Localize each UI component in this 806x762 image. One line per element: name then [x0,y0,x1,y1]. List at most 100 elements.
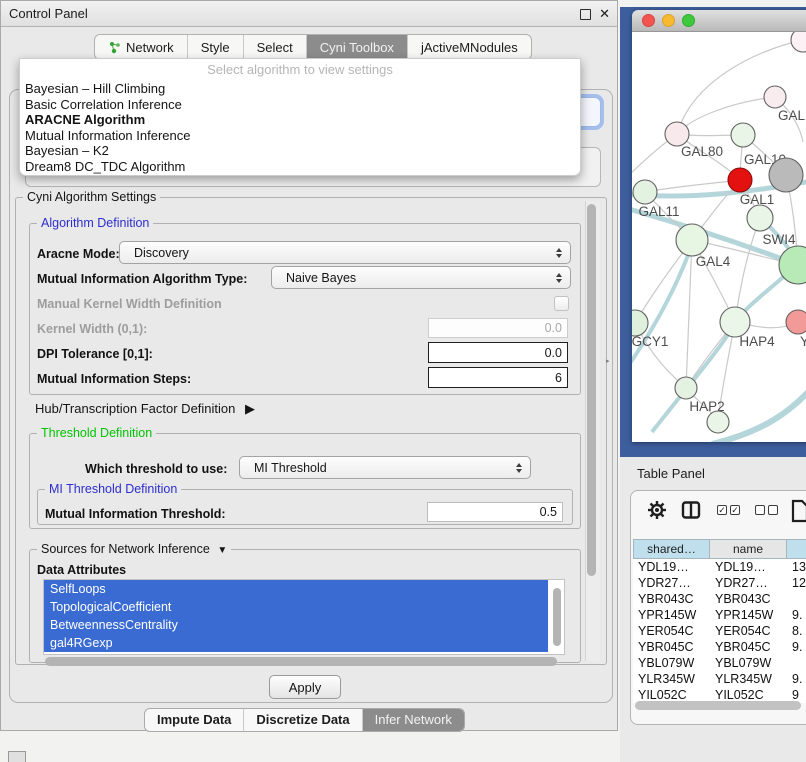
table-row[interactable]: YDL19…YDL19…13 [633,559,806,575]
table-row[interactable]: YBL079WYBL079W [633,655,806,671]
table-row[interactable]: YDR27…YDR27…12 [633,575,806,591]
kernel-width-field[interactable]: 0.0 [428,318,568,338]
table-cell[interactable]: 8. [787,623,806,639]
checked-checkbox-icon[interactable]: ✓ [717,505,727,515]
network-node-gal10[interactable] [731,123,755,147]
network-node-hap4[interactable] [720,307,750,337]
network-window[interactable]: GALGAL80GAL10GAL1GAL11GAL4SWI4GCY1HAP4YH… [632,10,806,442]
table-cell[interactable]: YLR345W [633,671,710,687]
attribute-table[interactable]: shared… name YDL19…YDL19…13YDR27…YDR27…1… [633,539,806,703]
popup-item[interactable]: Basic Correlation Inference [20,97,580,113]
table-cell[interactable]: YBR045C [710,639,787,655]
network-node-gal1[interactable] [728,168,752,192]
network-node[interactable] [707,411,729,433]
unchecked-checkbox-icon[interactable] [768,505,778,515]
table-row[interactable]: YPR145WYPR145W9. [633,607,806,623]
table-cell[interactable]: YPR145W [633,607,710,623]
network-window-titlebar[interactable] [632,10,806,32]
tab-jactivemnodules[interactable]: jActiveMNodules [407,35,531,59]
network-node-y[interactable] [786,310,806,334]
table-cell[interactable]: 9. [787,671,806,687]
unchecked-checkbox-icon[interactable] [755,505,765,515]
gear-icon[interactable] [647,500,667,520]
tab-infer-network[interactable]: Infer Network [362,709,464,731]
network-node-hap2[interactable] [675,377,697,399]
network-node[interactable] [769,158,803,192]
table-cell[interactable]: 12 [787,575,806,591]
popup-item[interactable]: Bayesian – Hill Climbing [20,81,580,97]
panel-collapse-arrow[interactable]: ▸ [606,357,610,365]
table-cell[interactable]: YLR345W [710,671,787,687]
list-scrollbar-thumb[interactable] [553,588,561,646]
tab-select[interactable]: Select [243,35,306,59]
table-cell[interactable]: 13 [787,559,806,575]
column-browser-icon[interactable] [681,500,701,520]
table-cell[interactable]: YBR043C [710,591,787,607]
column-header[interactable]: shared… [633,539,710,559]
mi-threshold-field[interactable]: 0.5 [427,502,563,522]
popup-item-selected[interactable]: ARACNE Algorithm [20,112,580,128]
table-cell[interactable]: YER054C [633,623,710,639]
network-node[interactable] [747,205,773,231]
network-node[interactable] [791,32,806,52]
hub-definition-toggle[interactable]: Hub/Transcription Factor Definition ▶ [35,401,255,417]
mi-steps-field[interactable]: 6 [428,367,568,388]
list-item[interactable]: BetweennessCentrality [44,616,548,634]
network-canvas-wrap[interactable]: GALGAL80GAL10GAL1GAL11GAL4SWI4GCY1HAP4YH… [632,32,806,442]
table-hscrollbar-thumb[interactable] [635,701,801,710]
table-cell[interactable]: YBL079W [633,655,710,671]
sources-group-title[interactable]: Sources for Network Inference ▼ [37,542,231,556]
network-node-gal11[interactable] [633,180,657,204]
table-row[interactable]: YLR345WYLR345W9. [633,671,806,687]
table-cell[interactable]: YER054C [710,623,787,639]
network-node-gcy1[interactable] [632,310,648,336]
tab-style[interactable]: Style [187,35,243,59]
control-panel-titlebar[interactable]: Control Panel ✕ [1,1,617,27]
checked-checkbox-icon[interactable]: ✓ [730,505,740,515]
manual-kernel-checkbox[interactable] [554,296,569,311]
network-node-gal[interactable] [764,86,786,108]
tab-network[interactable]: Network [95,35,187,59]
settings-scrollbar-thumb[interactable] [587,204,596,576]
popup-item[interactable]: Dream8 DC_TDC Algorithm [20,159,580,175]
table-row[interactable]: YER054CYER054C8. [633,623,806,639]
data-attributes-list[interactable]: SelfLoops TopologicalCoefficient Between… [43,579,565,655]
which-threshold-combo[interactable]: MI Threshold [239,456,531,479]
column-header[interactable] [787,539,806,559]
table-cell[interactable]: YBR043C [633,591,710,607]
popup-item[interactable]: Bayesian – K2 [20,143,580,159]
table-row[interactable]: YBR043CYBR043C [633,591,806,607]
close-icon[interactable]: ✕ [599,1,610,26]
network-canvas[interactable]: GALGAL80GAL10GAL1GAL11GAL4SWI4GCY1HAP4YH… [632,32,806,442]
dpi-tolerance-field[interactable]: 0.0 [428,342,568,363]
list-item[interactable]: gal4RGexp [44,634,548,652]
list-item[interactable]: SelfLoops [44,580,548,598]
mac-minimize-icon[interactable] [662,14,675,27]
table-cell[interactable] [787,591,806,607]
table-cell[interactable] [787,655,806,671]
table-cell[interactable]: YBL079W [710,655,787,671]
float-window-icon[interactable] [580,9,591,20]
tab-impute-data[interactable]: Impute Data [145,709,243,731]
table-cell[interactable]: YDL19… [710,559,787,575]
aracne-mode-combo[interactable]: Discovery [119,241,571,264]
bottom-left-button[interactable] [8,751,26,762]
popup-item[interactable]: Mutual Information Inference [20,128,580,144]
table-cell[interactable]: 9. [787,607,806,623]
mac-zoom-icon[interactable] [682,14,695,27]
mac-close-icon[interactable] [642,14,655,27]
table-cell[interactable]: YDR27… [710,575,787,591]
list-hscrollbar-thumb[interactable] [45,657,557,666]
table-cell[interactable]: YDR27… [633,575,710,591]
tab-discretize-data[interactable]: Discretize Data [243,709,361,731]
table-cell[interactable]: 9. [787,639,806,655]
list-item[interactable]: TopologicalCoefficient [44,598,548,616]
document-icon[interactable] [791,499,806,523]
network-node-gal80[interactable] [665,122,689,146]
tab-cyni-toolbox[interactable]: Cyni Toolbox [306,35,407,59]
table-cell[interactable]: YDL19… [633,559,710,575]
table-cell[interactable]: YPR145W [710,607,787,623]
mi-type-combo[interactable]: Naive Bayes [271,266,571,289]
table-row[interactable]: YBR045CYBR045C9. [633,639,806,655]
apply-button[interactable]: Apply [269,675,341,699]
